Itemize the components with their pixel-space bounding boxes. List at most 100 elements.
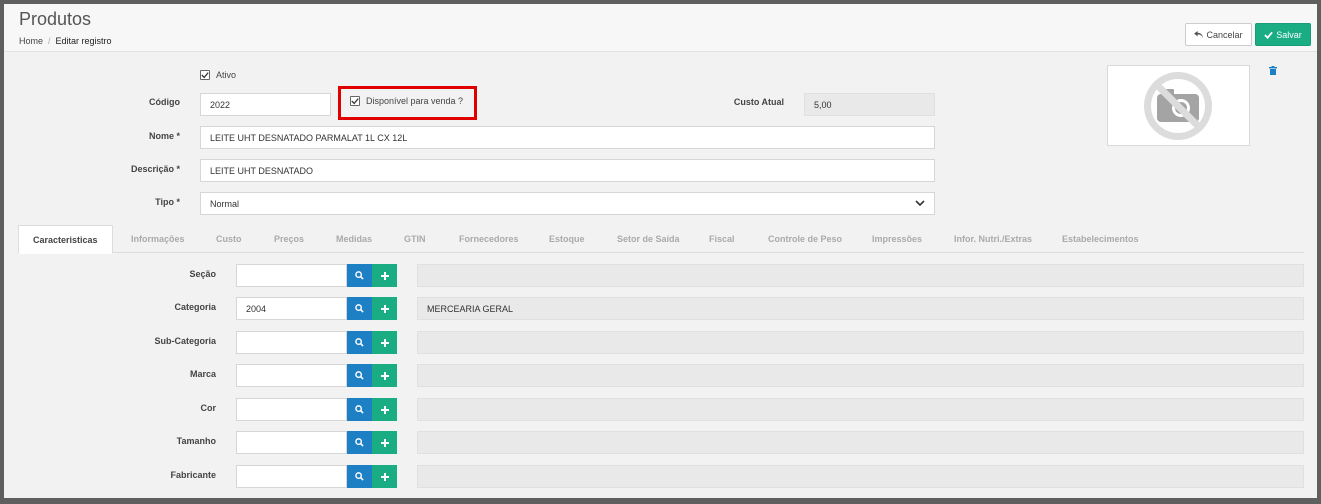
tab-estabelecimentos[interactable]: Estabelecimentos (1062, 225, 1139, 253)
no-camera-icon (1144, 72, 1212, 140)
tab-label: Estoque (549, 234, 585, 244)
tipo-label: Tipo * (155, 197, 180, 207)
search-icon (355, 371, 364, 380)
marca-add-button[interactable] (372, 364, 397, 387)
breadcrumb-home[interactable]: Home (19, 36, 43, 46)
tab-label: Informações (131, 234, 185, 244)
codigo-label: Código (149, 97, 180, 107)
tab-label: Estabelecimentos (1062, 234, 1139, 244)
tab-controle-de-peso[interactable]: Controle de Peso (768, 225, 842, 253)
categoria-description-field: MERCEARIA GERAL (417, 297, 1304, 320)
secao-code-input[interactable] (236, 264, 347, 287)
categoria-search-button[interactable] (347, 297, 372, 320)
cor-code-input[interactable] (236, 398, 347, 421)
check-icon (201, 72, 209, 79)
search-icon (355, 271, 364, 280)
plus-icon (380, 371, 389, 380)
categoria-label: Categoria (174, 302, 216, 312)
search-icon (355, 438, 364, 447)
nome-input[interactable]: LEITE UHT DESNATADO PARMALAT 1L CX 12L (200, 126, 935, 149)
marca-description-field (417, 364, 1304, 387)
fabricante-add-button[interactable] (372, 465, 397, 488)
tab-estoque[interactable]: Estoque (549, 225, 585, 253)
tamanho-label: Tamanho (176, 436, 216, 446)
fabricante-label: Fabricante (170, 470, 216, 480)
product-photo[interactable] (1107, 65, 1250, 146)
tamanho-add-button[interactable] (372, 431, 397, 454)
undo-arrow-icon (1194, 30, 1204, 38)
disponivel-checkbox-box[interactable] (350, 96, 360, 106)
app-frame: Produtos Home / Editar registro Cancelar S… (4, 4, 1317, 498)
tab-infor-nutri-extras[interactable]: Infor. Nutri./Extras (954, 225, 1032, 253)
sub-categoria-code-input[interactable] (236, 331, 347, 354)
tamanho-code-input[interactable] (236, 431, 347, 454)
delete-photo-button[interactable] (1269, 66, 1277, 78)
chevron-down-icon (915, 200, 925, 207)
custo-atual-field: 5,00 (804, 93, 935, 116)
tab-informacoes[interactable]: Informações (131, 225, 185, 253)
tipo-select[interactable]: Normal (200, 192, 935, 215)
marca-search-button[interactable] (347, 364, 372, 387)
tab-caracteristicas[interactable]: Caracteristicas (18, 225, 113, 254)
tab-fornecedores[interactable]: Fornecedores (459, 225, 519, 253)
breadcrumb-current: Editar registro (55, 36, 112, 46)
tab-gtin[interactable]: GTIN (404, 225, 426, 253)
descricao-input[interactable]: LEITE UHT DESNATADO (200, 159, 935, 182)
search-icon (355, 405, 364, 414)
tab-setor-de-saida[interactable]: Setor de Saída (617, 225, 680, 253)
tab-label: Fornecedores (459, 234, 519, 244)
tab-label: Caracteristicas (33, 234, 98, 245)
plus-icon (380, 438, 389, 447)
cor-add-button[interactable] (372, 398, 397, 421)
plus-icon (380, 271, 389, 280)
tab-label: Custo (216, 234, 242, 244)
ativo-checkbox-box[interactable] (200, 70, 210, 80)
search-icon (355, 304, 364, 313)
fabricante-description-field (417, 465, 1304, 488)
save-button-label: Salvar (1276, 29, 1302, 40)
secao-add-button[interactable] (372, 264, 397, 287)
tipo-selected-value: Normal (210, 198, 240, 209)
custo-atual-label: Custo Atual (733, 97, 784, 107)
plus-icon (380, 304, 389, 313)
check-icon (1264, 31, 1274, 39)
categoria-add-button[interactable] (372, 297, 397, 320)
tab-label: Preços (274, 234, 305, 244)
secao-label: Seção (189, 269, 216, 279)
categoria-code-input[interactable]: 2004 (236, 297, 347, 320)
tab-impressoes[interactable]: Impressões (872, 225, 922, 253)
save-button[interactable]: Salvar (1255, 23, 1311, 46)
codigo-input[interactable]: 2022 (200, 93, 331, 116)
fabricante-search-button[interactable] (347, 465, 372, 488)
fabricante-code-input[interactable] (236, 465, 347, 488)
tab-precos[interactable]: Preços (274, 225, 304, 253)
tab-fiscal[interactable]: Fiscal (709, 225, 735, 253)
sub-categoria-label: Sub-Categoria (154, 336, 216, 346)
ativo-checkbox[interactable]: Ativo (200, 70, 236, 80)
tamanho-search-button[interactable] (347, 431, 372, 454)
page-header: Produtos Home / Editar registro Cancelar S… (4, 4, 1317, 52)
tab-label: Setor de Saída (617, 234, 680, 244)
tab-medidas[interactable]: Medidas (336, 225, 372, 253)
tamanho-description-field (417, 431, 1304, 454)
disponivel-highlight: Disponível para venda ? (338, 86, 477, 120)
marca-code-input[interactable] (236, 364, 347, 387)
breadcrumb-separator: / (48, 36, 51, 46)
disponivel-checkbox[interactable]: Disponível para venda ? (350, 96, 463, 106)
tab-label: GTIN (404, 234, 426, 244)
cancel-button[interactable]: Cancelar (1185, 23, 1252, 46)
page-title: Produtos (19, 9, 92, 29)
trash-icon (1269, 66, 1277, 75)
breadcrumb: Home / Editar registro (19, 36, 112, 46)
plus-icon (380, 472, 389, 481)
nome-label: Nome * (148, 131, 180, 141)
tab-label: Medidas (336, 234, 373, 244)
sub-categoria-add-button[interactable] (372, 331, 397, 354)
sub-categoria-search-button[interactable] (347, 331, 372, 354)
secao-search-button[interactable] (347, 264, 372, 287)
cor-label: Cor (200, 403, 217, 413)
tab-custo[interactable]: Custo (216, 225, 242, 253)
plus-icon (380, 338, 389, 347)
cor-search-button[interactable] (347, 398, 372, 421)
tab-label: Fiscal (709, 234, 735, 244)
